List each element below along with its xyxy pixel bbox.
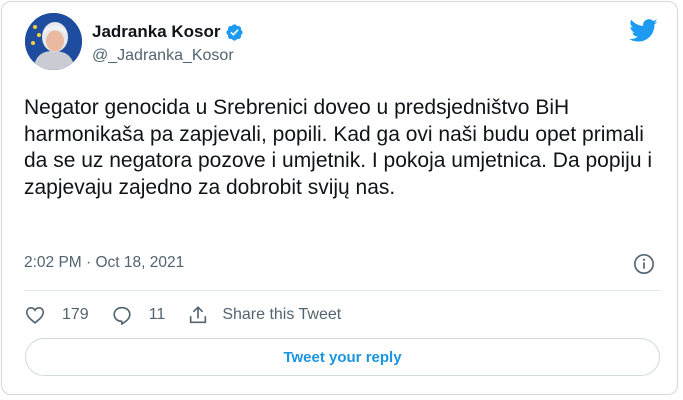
info-icon[interactable] [633, 253, 655, 275]
like-count: 179 [62, 306, 89, 323]
author-name-row: Jadranka Kosor [92, 20, 244, 44]
tweet-text: Negator genocida u Srebrenici doveo u pr… [24, 96, 658, 199]
speech-bubble-icon [111, 304, 133, 326]
avatar-portrait [25, 13, 82, 70]
author-handle[interactable]: @_Jadranka_Kosor [92, 47, 244, 65]
author-name[interactable]: Jadranka Kosor [92, 22, 221, 42]
tweet-timestamp[interactable]: 2:02 PM · Oct 18, 2021 [24, 254, 184, 272]
action-divider [24, 290, 661, 291]
heart-icon [24, 304, 46, 326]
share-label: Share this Tweet [222, 306, 342, 323]
action-bar: 179 11 Share this Tweet [24, 300, 363, 330]
reply-count: 11 [148, 306, 166, 323]
twitter-bird-icon[interactable] [629, 19, 658, 43]
share-upload-icon [187, 304, 209, 326]
tweet-your-reply-button[interactable]: Tweet your reply [25, 338, 660, 376]
like-button[interactable]: 179 [24, 304, 89, 326]
verified-badge-icon [225, 23, 244, 42]
avatar[interactable] [25, 13, 82, 70]
author-block: Jadranka Kosor @_Jadranka_Kosor [92, 20, 244, 65]
tweet-card: Jadranka Kosor @_Jadranka_Kosor Negator … [1, 1, 678, 395]
reply-button[interactable]: 11 [111, 304, 166, 326]
share-button[interactable]: Share this Tweet [187, 304, 341, 326]
